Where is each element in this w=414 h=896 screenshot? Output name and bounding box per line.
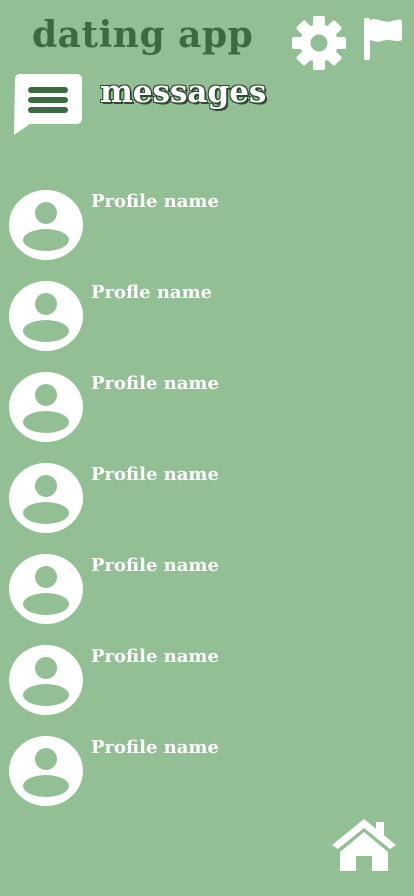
app-title: dating app (32, 14, 254, 56)
profile-name: Profile name (91, 464, 219, 485)
conversation-item[interactable]: Profile name (0, 641, 414, 732)
user-avatar-icon (9, 372, 83, 442)
chat-bubble-icon (14, 74, 82, 135)
messages-section-icon (12, 74, 84, 136)
conversation-list: Profile name Profle name Profile name Pr… (0, 186, 414, 823)
flag-icon (364, 18, 402, 60)
user-avatar-icon (9, 736, 83, 806)
profile-name: Profile name (91, 191, 219, 212)
user-avatar-icon (9, 463, 83, 533)
home-icon (332, 819, 396, 871)
profile-name: Profile name (91, 646, 219, 667)
conversation-item[interactable]: Profile name (0, 550, 414, 641)
settings-button[interactable] (290, 16, 348, 70)
conversation-item[interactable]: Profile name (0, 368, 414, 459)
user-avatar-icon (9, 190, 83, 260)
report-flag-button[interactable] (362, 18, 404, 62)
profile-name: Profile name (91, 373, 219, 394)
conversation-item[interactable]: Profile name (0, 732, 414, 823)
conversation-item[interactable]: Profle name (0, 277, 414, 368)
user-avatar-icon (9, 281, 83, 351)
conversation-item[interactable]: Profile name (0, 459, 414, 550)
profile-name: Profile name (91, 555, 219, 576)
profile-name: Profle name (91, 282, 213, 303)
conversation-item[interactable]: Profile name (0, 186, 414, 277)
page-title: messages (100, 74, 267, 110)
user-avatar-icon (9, 645, 83, 715)
profile-name: Profile name (91, 737, 219, 758)
gear-icon (292, 16, 346, 70)
user-avatar-icon (9, 554, 83, 624)
home-button[interactable] (330, 818, 398, 872)
